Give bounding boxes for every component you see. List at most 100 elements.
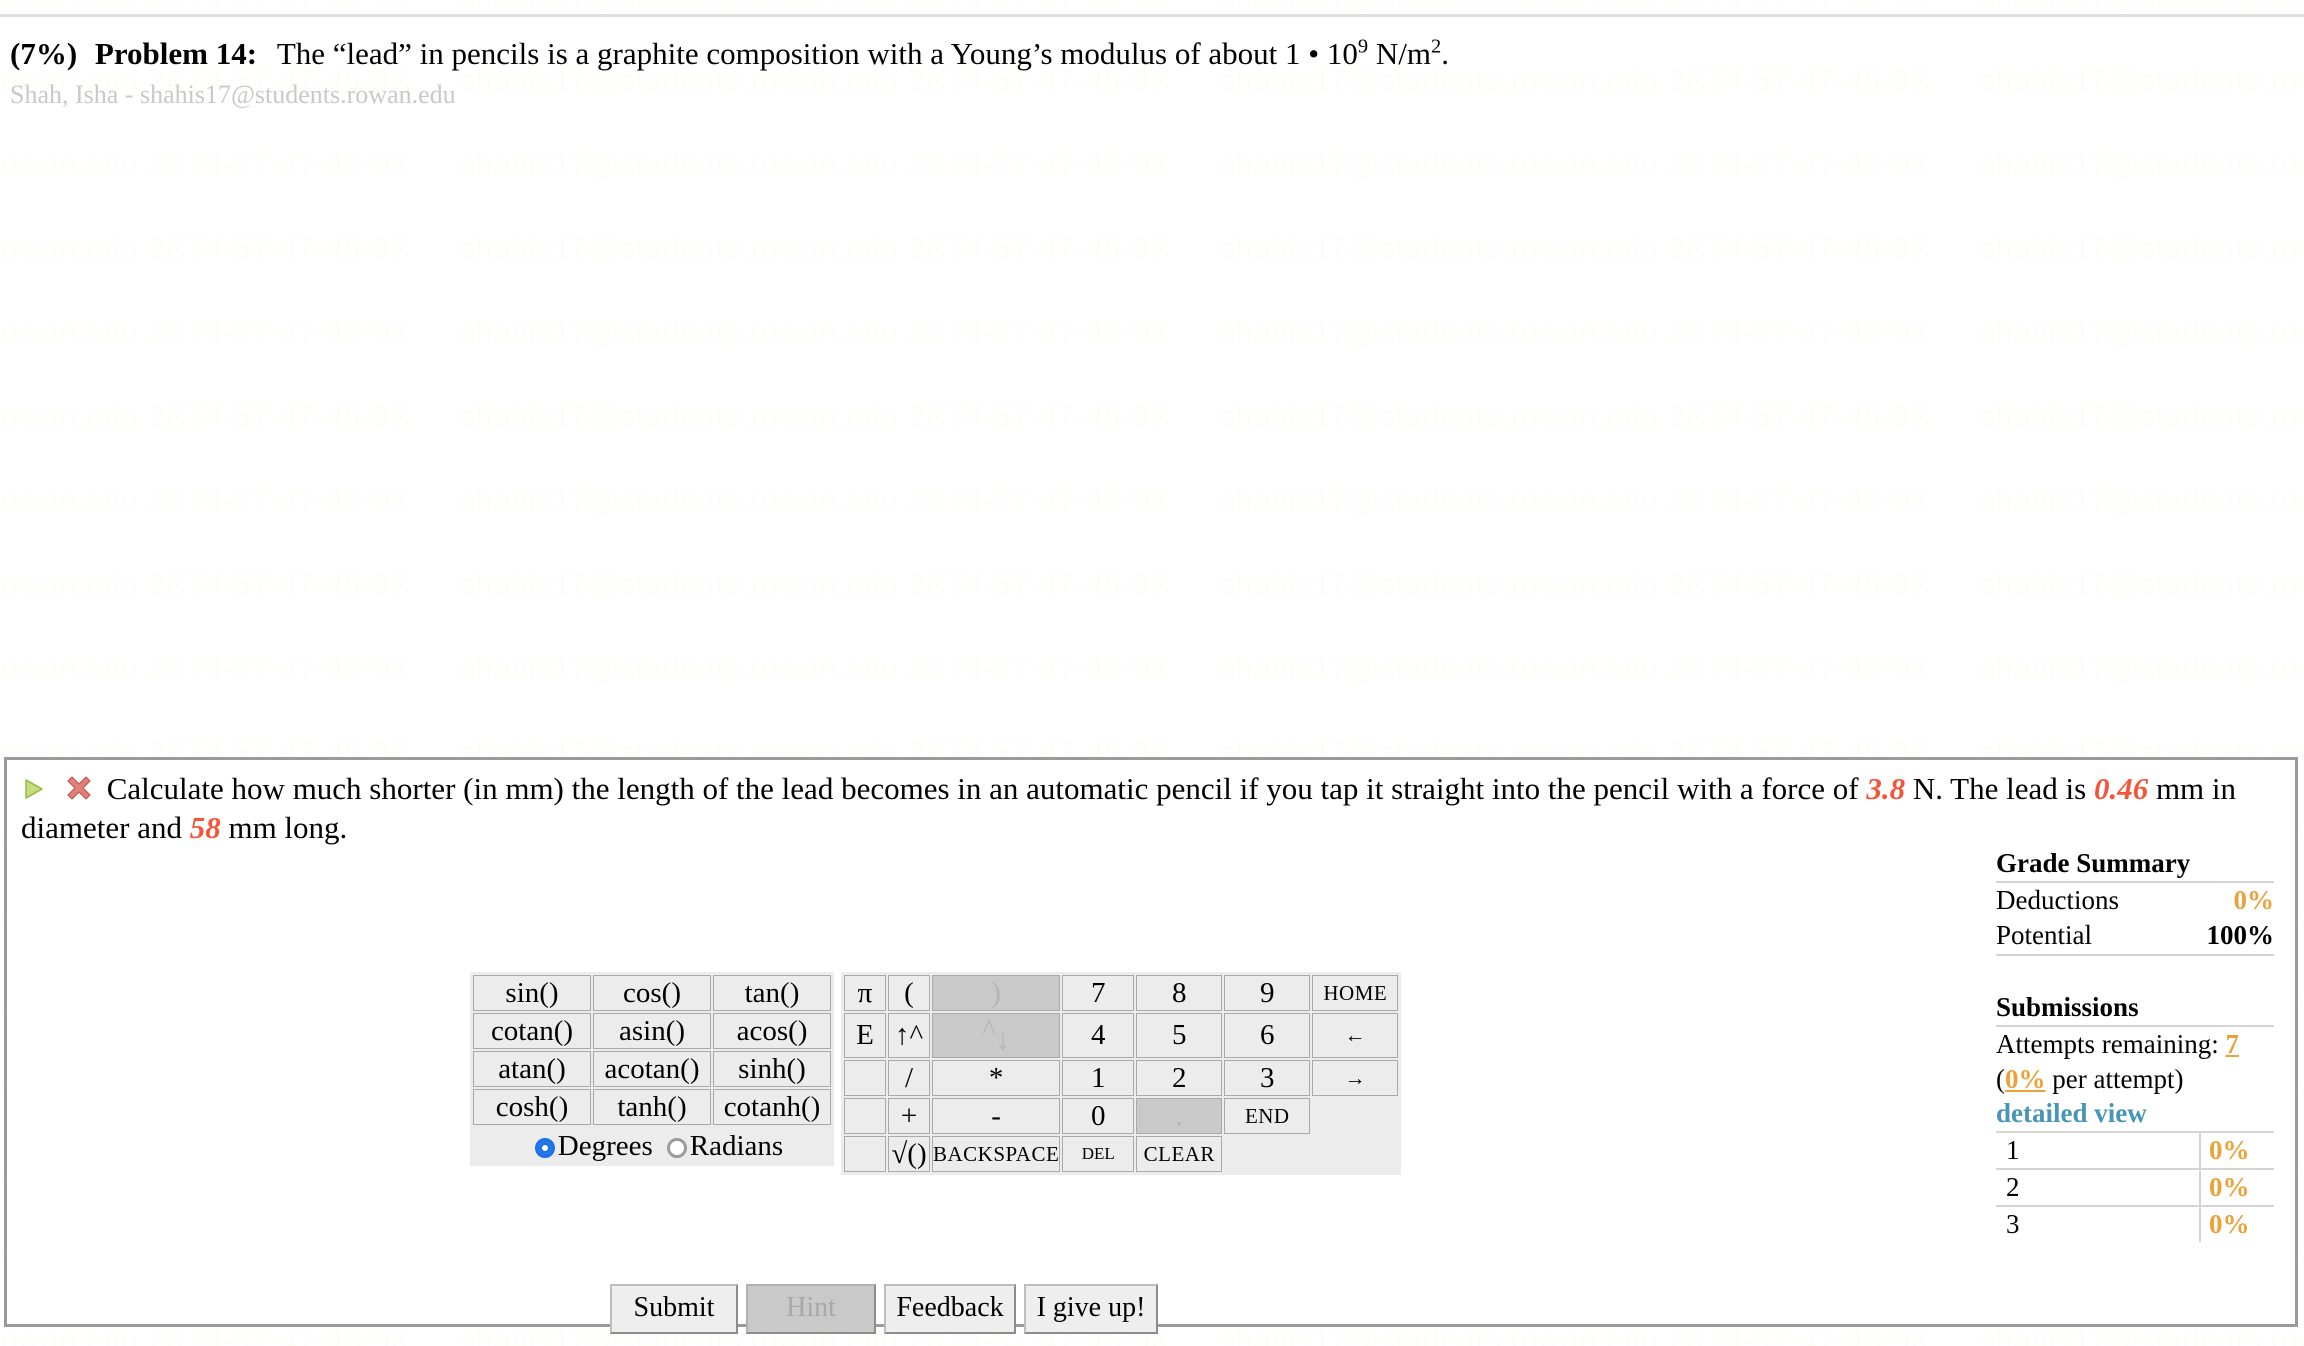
digit-8-key[interactable]: 8 bbox=[1136, 975, 1223, 1011]
trig-function-panel: sin() cos() tan() cotan() asin() acos() atan()… bbox=[470, 972, 834, 1166]
sqrt-key[interactable]: √() bbox=[888, 1136, 930, 1172]
per-attempt-value: 0% bbox=[2005, 1063, 2046, 1094]
trig-key-sin[interactable]: sin() bbox=[473, 975, 591, 1011]
submission-index: 2 bbox=[1996, 1167, 2200, 1206]
trig-key-atan[interactable]: atan() bbox=[473, 1051, 591, 1087]
problem-exponent: 9 bbox=[1357, 35, 1369, 58]
submission-score: 0% bbox=[2199, 1167, 2274, 1206]
attempts-value: 7 bbox=[2225, 1029, 2239, 1060]
divide-key[interactable]: / bbox=[888, 1060, 930, 1096]
numeric-keypad-panel: π() 7 8 9 HOME E ↑^ ^↓ 4 5 6 ← / * 1 2 3 → + -0. END √() BACKS… bbox=[841, 972, 1402, 1175]
problem-number: Problem 14: bbox=[94, 36, 258, 71]
delete-key[interactable]: DEL bbox=[1062, 1136, 1135, 1172]
diameter-value: 0.46 bbox=[2093, 771, 2149, 806]
keypad-row: E ↑^ ^↓ 4 5 6 ← bbox=[844, 1013, 1399, 1058]
keypad-row: π() 7 8 9 HOME bbox=[844, 975, 1399, 1011]
digit-0-key[interactable]: 0 bbox=[1062, 1098, 1135, 1134]
trig-key-cosh[interactable]: cosh() bbox=[473, 1089, 591, 1125]
numeric-keypad-table: π() 7 8 9 HOME E ↑^ ^↓ 4 5 6 ← / * 1 2 3 → + -0. END √() BACKS… bbox=[842, 973, 1400, 1174]
trig-key-cos[interactable]: cos() bbox=[593, 975, 711, 1011]
end-key[interactable]: END bbox=[1224, 1098, 1311, 1134]
question-text-part4: mm long. bbox=[220, 809, 348, 845]
submissions-title: Submissions bbox=[1996, 992, 2274, 1028]
plus-key[interactable]: + bbox=[888, 1098, 930, 1134]
play-triangle-icon[interactable] bbox=[21, 773, 47, 799]
question-text-part2: N. The lead is bbox=[1905, 771, 2094, 806]
decimal-point-key: . bbox=[1136, 1098, 1223, 1134]
submission-score: 0% bbox=[2199, 1204, 2274, 1242]
trig-key-row: sin() cos() tan() bbox=[473, 975, 831, 1011]
problem-unit-exponent: 2 bbox=[1430, 35, 1442, 58]
problem-statement-line: (7%) Problem 14: The “lead” in pencils i… bbox=[10, 35, 2288, 73]
keypad-row: √() BACKSPACE DEL CLEAR bbox=[844, 1136, 1398, 1172]
grade-summary-title: Grade Summary bbox=[1996, 848, 2274, 883]
multiply-key[interactable]: * bbox=[932, 1060, 1061, 1096]
detailed-view-link[interactable]: detailed view bbox=[1996, 1097, 2274, 1129]
trig-key-tanh[interactable]: tanh() bbox=[593, 1089, 711, 1125]
student-identity-label: Shah, Isha - shahis17@students.rowan.edu bbox=[10, 79, 456, 109]
per-attempt-prefix: ( bbox=[1996, 1063, 2005, 1094]
problem-text: The “lead” in pencils is a graphite comp… bbox=[277, 36, 1449, 71]
clear-key[interactable]: CLEAR bbox=[1136, 1136, 1223, 1172]
digit-9-key[interactable]: 9 bbox=[1224, 975, 1311, 1011]
give-up-button[interactable]: I give up! bbox=[1024, 1284, 1158, 1334]
pi-key[interactable]: π bbox=[844, 975, 886, 1011]
radio-unselected-icon[interactable] bbox=[666, 1138, 687, 1158]
feedback-button[interactable]: Feedback bbox=[884, 1284, 1016, 1334]
digit-1-key[interactable]: 1 bbox=[1062, 1060, 1135, 1096]
power-up-key[interactable]: ↑^ bbox=[888, 1013, 930, 1058]
digit-5-key[interactable]: 5 bbox=[1136, 1013, 1223, 1058]
digit-3-key[interactable]: 3 bbox=[1224, 1060, 1311, 1096]
trig-key-asin[interactable]: asin() bbox=[593, 1013, 711, 1049]
deductions-value: 0% bbox=[2233, 885, 2275, 915]
submission-row: 1 0% bbox=[1996, 1130, 2274, 1169]
radio-selected-icon[interactable] bbox=[534, 1138, 555, 1158]
trig-key-row: cosh() tanh() cotanh() bbox=[473, 1089, 831, 1125]
red-x-incorrect-icon bbox=[65, 773, 93, 801]
hint-button: Hint bbox=[746, 1284, 876, 1334]
home-key[interactable]: HOME bbox=[1312, 975, 1399, 1011]
blank-key-2[interactable] bbox=[844, 1098, 886, 1134]
digit-2-key[interactable]: 2 bbox=[1136, 1060, 1223, 1096]
length-value: 58 bbox=[189, 809, 221, 845]
arrow-left-key[interactable]: ← bbox=[1312, 1013, 1399, 1058]
problem-text-end: . bbox=[1441, 36, 1449, 71]
question-text-part1: Calculate how much shorter (in mm) the l… bbox=[106, 771, 1867, 806]
trig-key-cotanh[interactable]: cotanh() bbox=[713, 1089, 831, 1125]
angle-mode-cell: Degrees Radians bbox=[473, 1127, 831, 1163]
force-value: 3.8 bbox=[1866, 771, 1906, 806]
trig-key-cotan[interactable]: cotan() bbox=[473, 1013, 591, 1049]
trig-key-acotan[interactable]: acotan() bbox=[593, 1051, 711, 1087]
digit-7-key[interactable]: 7 bbox=[1062, 975, 1135, 1011]
problem-statement-panel: (7%) Problem 14: The “lead” in pencils i… bbox=[0, 14, 2304, 728]
power-down-key: ^↓ bbox=[932, 1013, 1061, 1058]
submission-row: 3 0% bbox=[1996, 1204, 2274, 1242]
minus-key[interactable]: - bbox=[932, 1098, 1061, 1134]
trig-key-acos[interactable]: acos() bbox=[713, 1013, 831, 1049]
problem-text-part2: N/m bbox=[1368, 36, 1431, 71]
exponent-e-key[interactable]: E bbox=[844, 1013, 886, 1058]
question-text: Calculate how much shorter (in mm) the l… bbox=[7, 760, 2295, 848]
keypad-row: / * 1 2 3 → bbox=[844, 1060, 1399, 1096]
radians-radio[interactable]: Radians bbox=[653, 1130, 783, 1162]
blank-key-3[interactable] bbox=[844, 1136, 886, 1172]
submission-index: 1 bbox=[1996, 1130, 2200, 1169]
potential-value: 100% bbox=[2206, 919, 2275, 950]
open-paren-key[interactable]: ( bbox=[888, 975, 930, 1011]
potential-row: Potential 100% bbox=[1996, 918, 2274, 953]
per-attempt-row: (0% per attempt) bbox=[1996, 1063, 2274, 1097]
problem-text-part1: The “lead” in pencils is a graphite comp… bbox=[276, 36, 1358, 71]
digit-6-key[interactable]: 6 bbox=[1224, 1013, 1311, 1058]
degrees-radio[interactable]: Degrees bbox=[521, 1130, 653, 1162]
trig-key-tan[interactable]: tan() bbox=[713, 975, 831, 1011]
arrow-right-key[interactable]: → bbox=[1312, 1060, 1399, 1096]
digit-4-key[interactable]: 4 bbox=[1062, 1013, 1135, 1058]
trig-key-row: atan() acotan() sinh() bbox=[473, 1051, 831, 1087]
submit-button[interactable]: Submit bbox=[610, 1284, 738, 1334]
grade-summary-panel: Grade Summary Deductions 0% Potential 10… bbox=[1996, 848, 2274, 1242]
per-attempt-suffix: per attempt) bbox=[2045, 1063, 2184, 1094]
submission-index: 3 bbox=[1996, 1204, 2200, 1242]
trig-key-sinh[interactable]: sinh() bbox=[713, 1051, 831, 1087]
blank-key[interactable] bbox=[844, 1060, 886, 1096]
backspace-key[interactable]: BACKSPACE bbox=[932, 1136, 1061, 1172]
